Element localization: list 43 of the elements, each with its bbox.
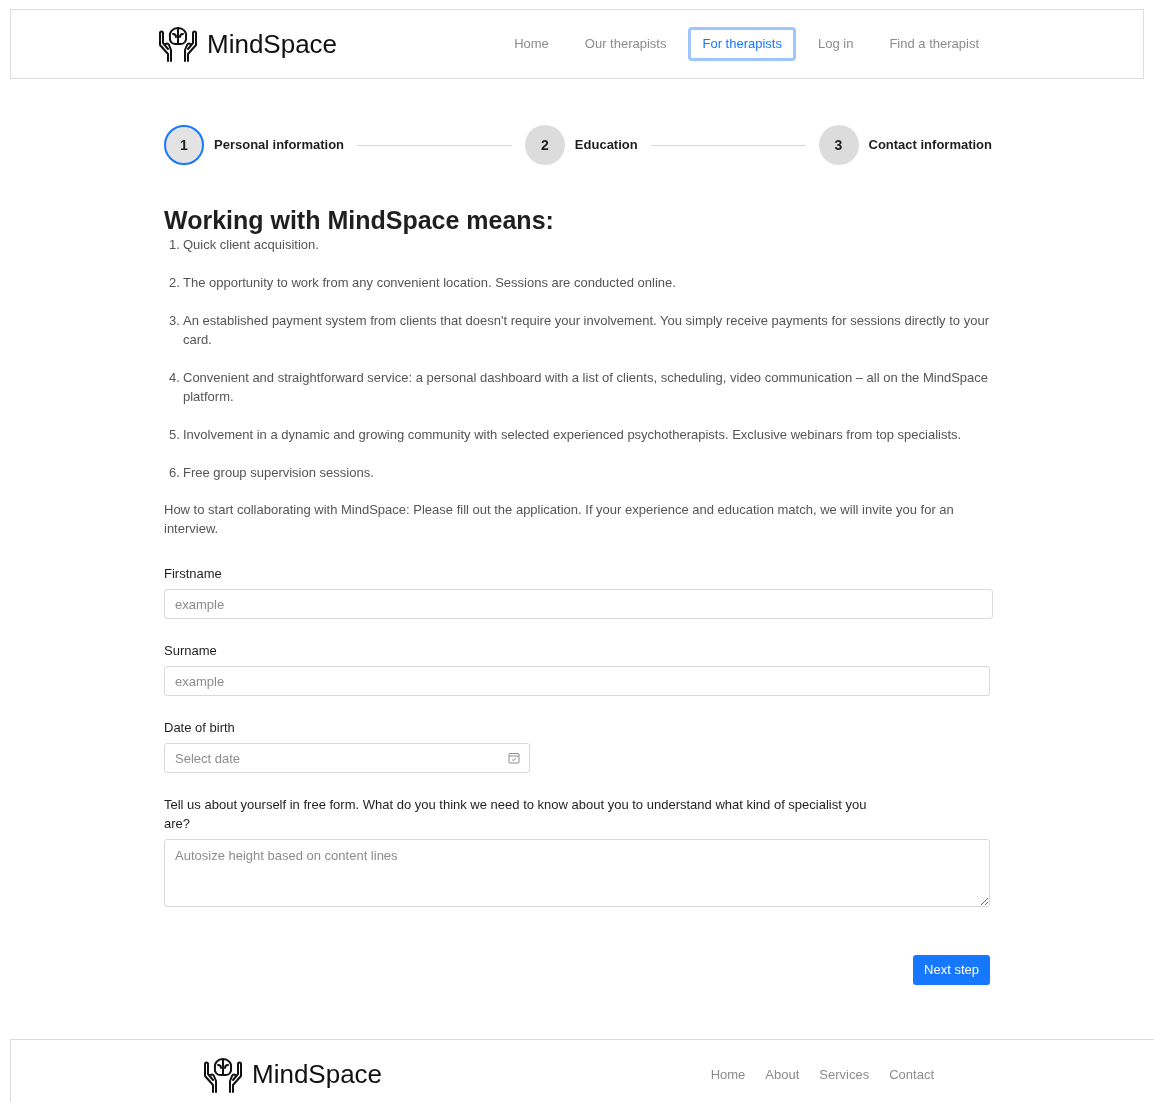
nav-link[interactable]: For therapists	[688, 27, 796, 61]
logo-text: MindSpace	[207, 27, 338, 61]
nav-link[interactable]: Home	[500, 27, 563, 61]
benefit-text: Quick client acquisition.	[183, 236, 319, 254]
step-number: 1	[164, 125, 204, 165]
list-number: 2.	[168, 274, 181, 292]
benefit-text: Involvement in a dynamic and growing community with selected experienced psychotherapists. Exclusive webinars from top specialists.	[183, 426, 962, 444]
footer-link[interactable]: About	[765, 1064, 800, 1085]
list-number: 1.	[168, 236, 181, 254]
hands-brain-icon	[157, 25, 199, 63]
step-number: 2	[524, 125, 565, 165]
calendar-icon	[508, 752, 520, 764]
step-label: Education	[574, 136, 638, 155]
step-number: 3	[818, 125, 859, 165]
step-label: Contact information	[868, 136, 992, 155]
field-label: Date of birth	[164, 719, 236, 737]
benefit-text: An established payment system from clients that doesn't require your involvement. You simply receive payments for sessions directly to your card.	[183, 312, 990, 349]
date-field[interactable]: Select date	[164, 743, 530, 773]
benefit-text: Free group supervision sessions.	[183, 464, 374, 482]
nav-link[interactable]: Find a therapist	[875, 27, 993, 61]
hands-brain-icon	[202, 1055, 244, 1094]
next-step-button[interactable]: Next step	[913, 955, 990, 985]
footer-link[interactable]: Services	[819, 1064, 870, 1085]
list-number: 4.	[168, 369, 181, 387]
field-label: Firstname	[164, 565, 223, 583]
logo-text: MindSpace	[252, 1058, 383, 1091]
footer-link[interactable]: Home	[710, 1064, 746, 1085]
nav-link[interactable]: Log in	[803, 27, 868, 61]
input-field[interactable]: example	[164, 666, 990, 696]
benefit-text: Convenient and straightforward service: a personal dashboard with a list of clients, scheduling, video communication – all on the MindSpace platform.	[183, 369, 989, 406]
intro-text: How to start collaborating with MindSpace: Please fill out the application. If your experience and education match, we will invite you for an interview.	[164, 501, 955, 538]
list-number: 6.	[168, 464, 181, 482]
list-number: 3.	[168, 312, 181, 330]
benefit-text: The opportunity to work from any convenient location. Sessions are conducted online.	[183, 274, 676, 292]
input-field[interactable]: example	[164, 589, 993, 619]
nav-link[interactable]: Our therapists	[570, 27, 681, 61]
list-number: 5.	[168, 426, 181, 444]
footer-link[interactable]: Contact	[889, 1064, 934, 1085]
field-label: Surname	[164, 642, 218, 660]
text-area[interactable]: Autosize height based on content lines	[164, 839, 990, 907]
heading: Working with MindSpace means:	[164, 205, 555, 235]
field-label: Tell us about yourself in free form. What do you think we need to know about you to understand what kind of specialist you are?	[164, 796, 868, 833]
step-label: Personal information	[214, 136, 345, 155]
